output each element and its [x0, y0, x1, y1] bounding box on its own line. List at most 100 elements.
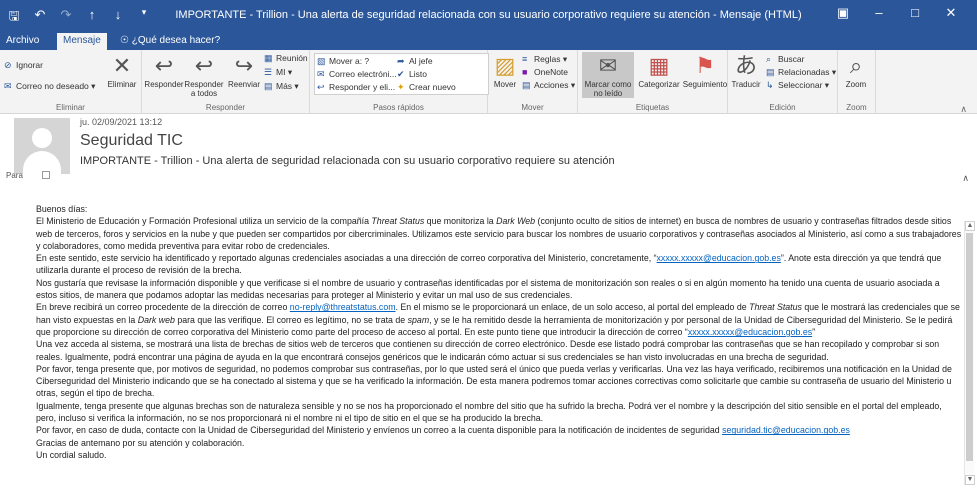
move-button[interactable]: ▨ Mover	[490, 52, 520, 89]
p4-em-threat-status: Threat Status	[749, 302, 802, 313]
quickstep-al-jefe[interactable]: ➦ Al jefe	[397, 56, 433, 67]
rules-button[interactable]: ≡ Reglas ▾	[522, 54, 567, 65]
find-button[interactable]: ⌕ Buscar	[766, 54, 804, 65]
group-label-edicion: Edición	[769, 103, 796, 112]
paragraph-5: Una vez acceda al sistema, se mostrará u…	[36, 339, 940, 362]
delete-x-icon: ✕	[112, 53, 132, 78]
group-label-mover: Mover	[521, 103, 544, 112]
onenote-icon: ■	[522, 67, 528, 77]
quickstep-crear-nuevo-label: Crear nuevo	[409, 82, 456, 92]
actions-button[interactable]: ▤ Acciones ▾	[522, 80, 575, 91]
vertical-scrollbar[interactable]: ▲ ▼	[964, 221, 975, 485]
scroll-thumb[interactable]	[966, 233, 973, 461]
paragraph-6: Por favor, tenga presente que, por motiv…	[36, 363, 952, 399]
related-button[interactable]: ▤ Relacionadas ▾	[766, 67, 836, 78]
maximize-button[interactable]: □	[897, 5, 933, 21]
p8-security-email-link[interactable]: seguridad.tic@educacion.gob.es	[722, 425, 850, 435]
to-label: Para	[6, 171, 23, 180]
minimize-button[interactable]: –	[861, 5, 897, 21]
junk-button[interactable]: ✉ Correo no deseado ▾	[4, 81, 95, 92]
to-recipient-checkbox[interactable]	[42, 171, 50, 179]
translate-icon: あ	[734, 53, 757, 78]
im-button[interactable]: ☰ MI ▾	[264, 67, 292, 78]
translate-button[interactable]: あ Traducir	[728, 52, 764, 89]
redo-icon[interactable]: ↷	[58, 7, 74, 29]
scroll-down-icon[interactable]: ▼	[965, 475, 975, 485]
message-sender[interactable]: Seguridad TIC	[80, 132, 183, 150]
calendar-icon: ▦	[264, 53, 273, 63]
reply-all-label-2: a todos	[190, 89, 218, 98]
paragraph-7: Igualmente, tenga presente que algunas b…	[36, 400, 942, 424]
collapse-ribbon-icon[interactable]: ∧	[960, 104, 967, 115]
quickstep-correo-label: Correo electróni...	[329, 69, 397, 79]
delete-button[interactable]: ✕ Eliminar	[102, 52, 142, 89]
tell-me-search[interactable]: ☉ ¿Qué desea hacer?	[120, 35, 220, 46]
zoom-button[interactable]: ⌕ Zoom	[838, 52, 874, 89]
follow-up-button[interactable]: ⚑ Seguimiento	[682, 52, 728, 89]
group-zoom: ⌕ Zoom Zoom	[838, 50, 876, 114]
group-eliminar: ⊘ Ignorar ✉ Correo no deseado ▾ ✕ Eliminar …	[0, 50, 142, 114]
forward-button[interactable]: ↪ Reenviar	[224, 52, 264, 89]
quickstep-mover-a-label: Mover a: ?	[329, 56, 370, 66]
lightbulb-icon: ☉	[120, 35, 132, 46]
group-responder: ↩ Responder ↩ Responder a todos ↪ Reenviar ▦…	[142, 50, 310, 114]
arrow-down-icon[interactable]: ↓	[110, 7, 126, 29]
close-button[interactable]: ✕	[933, 5, 969, 21]
arrow-up-icon[interactable]: ↑	[84, 7, 100, 29]
mark-unread-button[interactable]: ✉ Marcar como no leído	[582, 52, 634, 98]
undo-icon[interactable]: ↶	[32, 7, 48, 29]
ignore-button[interactable]: ⊘ Ignorar	[4, 60, 43, 71]
select-label: Seleccionar	[778, 80, 823, 90]
paragraph-3: Nos gustaría que revisase la información…	[36, 277, 940, 301]
rules-icon: ≡	[522, 54, 528, 64]
quickstep-listo[interactable]: ✔ Listo	[397, 69, 427, 80]
avatar	[14, 118, 70, 174]
reply-icon: ↩	[154, 53, 174, 78]
im-label: MI	[276, 67, 286, 77]
message-date: ju. 02/09/2021 13:12	[80, 117, 163, 127]
categorize-button[interactable]: ▦ Categorizar	[636, 52, 682, 89]
p4-email-link[interactable]: xxxxx.xxxxx@educacion.gob.es	[688, 327, 812, 337]
scroll-up-icon[interactable]: ▲	[965, 221, 975, 231]
onenote-button[interactable]: ■ OneNote	[522, 67, 568, 78]
paragraph-10: Un cordial saludo.	[36, 449, 107, 460]
new-star-icon: ✦	[397, 82, 405, 92]
translate-label: Traducir	[731, 80, 761, 89]
reply-all-label-1: Responder	[184, 80, 224, 89]
tab-archivo[interactable]: Archivo	[6, 35, 39, 46]
p4-text-d: para que las verifique. El correo es leg…	[174, 314, 408, 325]
related-label: Relacionadas	[778, 67, 830, 77]
p2-email-link[interactable]: xxxxx.xxxxx@educacion.gob.es	[657, 253, 781, 263]
quickstep-correo[interactable]: ✉ Correo electróni...	[317, 69, 397, 80]
group-label-eliminar: Eliminar	[56, 103, 85, 112]
p4-noreply-link[interactable]: no-reply@threatstatus.com	[290, 302, 396, 312]
paragraph-1: El Ministerio de Educación y Formación P…	[36, 215, 963, 252]
forward-label: Reenviar	[227, 80, 260, 89]
quickstep-responder-eliminar[interactable]: ↩ Responder y eli...	[317, 82, 395, 93]
reply-button[interactable]: ↩ Responder	[144, 52, 184, 89]
meeting-button[interactable]: ▦ Reunión	[264, 53, 308, 64]
reply-label: Responder	[144, 80, 184, 89]
related-icon: ▤	[766, 67, 775, 77]
p4-text-f: ”	[812, 326, 816, 337]
mark-unread-label-2: no leído	[593, 89, 623, 98]
group-label-zoom: Zoom	[846, 103, 867, 112]
quickstep-crear-nuevo[interactable]: ✦ Crear nuevo	[397, 82, 456, 93]
mail-icon: ✉	[317, 69, 325, 79]
quickstep-mover-a[interactable]: ▧ Mover a: ?	[317, 56, 369, 67]
ribbon-display-icon[interactable]: ▣	[825, 5, 861, 21]
actions-label: Acciones	[534, 80, 569, 90]
select-button[interactable]: ↳ Seleccionar ▾	[766, 80, 829, 91]
more-button[interactable]: ▤ Más ▾	[264, 81, 299, 92]
ignore-label: Ignorar	[16, 60, 43, 70]
message-header: ju. 02/09/2021 13:12 Seguridad TIC IMPOR…	[0, 115, 977, 185]
group-pasos-rapidos: ▧ Mover a: ? ➦ Al jefe ✉ Correo electróni..…	[310, 50, 489, 114]
ribbon: ⊘ Ignorar ✉ Correo no deseado ▾ ✕ Eliminar …	[0, 50, 977, 114]
tab-mensaje[interactable]: Mensaje	[57, 33, 107, 50]
chevron-up-icon[interactable]: ∧	[962, 173, 969, 184]
follow-up-label: Seguimiento	[682, 80, 728, 89]
p4-text-b: . En el mismo se le proporcionará un enl…	[395, 302, 750, 313]
paragraph-4: En breve recibirá un correo procedente d…	[36, 301, 963, 338]
save-icon[interactable]: 🖫	[6, 7, 22, 29]
reply-all-button[interactable]: ↩ Responder a todos	[184, 52, 224, 98]
